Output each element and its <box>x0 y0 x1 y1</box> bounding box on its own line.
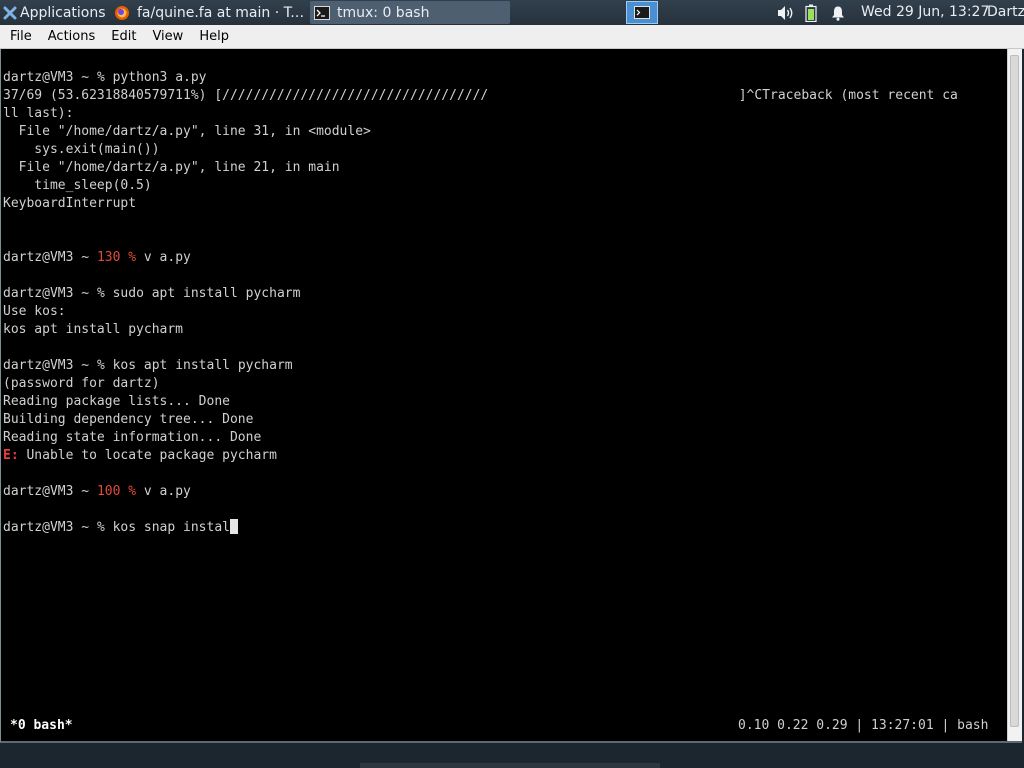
terminal-line: ll last): <box>3 106 74 121</box>
terminal-line-prompt: dartz@VM3 ~ % kos apt install pycharm <box>3 358 293 373</box>
tmux-status-right: 0.10 0.22 0.29 | 13:27:01 | bash <box>738 718 989 733</box>
terminal-current-prompt[interactable]: dartz@VM3 ~ % kos snap instal <box>3 519 238 537</box>
terminal-line-prompt: dartz@VM3 ~ 130 % v a.py <box>3 250 191 265</box>
taskbar-firefox-label: fa/quine.fa at main · Tru... <box>137 4 306 21</box>
desktop-background <box>0 743 1024 768</box>
terminal-scrollbar[interactable] <box>1007 49 1022 741</box>
terminal-line: Building dependency tree... Done <box>3 412 254 427</box>
terminal-line-error: E: Unable to locate package pycharm <box>3 448 277 463</box>
workspace-switcher[interactable] <box>626 1 658 24</box>
desktop: Applications ≡ fa/quine.fa at main · Tru… <box>0 0 1024 768</box>
battery-icon <box>805 4 817 22</box>
text-cursor <box>230 519 238 534</box>
terminal-icon <box>634 6 650 19</box>
terminal-line-prompt: dartz@VM3 ~ % python3 a.py <box>3 70 207 85</box>
error-prefix: E: <box>3 448 19 463</box>
applications-overflow: ≡ <box>106 5 108 21</box>
applications-menu-button[interactable]: Applications ≡ <box>0 0 108 25</box>
terminal-line-progress: 37/69 (53.62318840579711%) [////////////… <box>3 88 958 103</box>
user-menu[interactable]: Dartz <box>987 0 1024 25</box>
volume-button[interactable] <box>777 0 795 25</box>
taskbar-terminal-label: tmux: 0 bash <box>337 4 430 21</box>
menu-edit[interactable]: Edit <box>101 29 142 44</box>
exit-code: 130 % <box>96 250 137 265</box>
terminal-line: File "/home/dartz/a.py", line 21, in mai… <box>3 160 340 175</box>
taskbar-firefox-window[interactable]: fa/quine.fa at main · Tru... <box>110 1 306 24</box>
exit-code: 100 % <box>96 484 137 499</box>
terminal-line: kos apt install pycharm <box>3 322 184 337</box>
menu-help[interactable]: Help <box>189 29 235 44</box>
bottom-dock-edge <box>360 763 660 768</box>
notifications-button[interactable] <box>830 0 846 25</box>
terminal-line-prompt: dartz@VM3 ~ % sudo apt install pycharm <box>3 286 301 301</box>
xfce-icon <box>3 6 17 19</box>
terminal-line: File "/home/dartz/a.py", line 31, in <mo… <box>3 124 371 139</box>
firefox-icon <box>115 5 129 20</box>
terminal-line: Use kos: <box>3 304 66 319</box>
menu-view[interactable]: View <box>142 29 189 44</box>
terminal-line: sys.exit(main()) <box>3 142 160 157</box>
panel-clock[interactable]: Wed 29 Jun, 13:27 <box>861 0 989 25</box>
terminal-line: KeyboardInterrupt <box>3 196 137 211</box>
tmux-window-tab[interactable]: *0 bash* <box>10 717 73 735</box>
terminal-output[interactable]: dartz@VM3 ~ % python3 a.py 37/69 (53.623… <box>0 49 1022 743</box>
top-panel: Applications ≡ fa/quine.fa at main · Tru… <box>0 0 1024 25</box>
terminal-line: (password for dartz) <box>3 376 160 391</box>
menu-file[interactable]: File <box>0 29 38 44</box>
bell-icon <box>832 6 844 21</box>
applications-label: Applications <box>20 4 106 21</box>
terminal-icon <box>314 5 330 20</box>
volume-icon <box>778 5 793 20</box>
terminal-line-prompt: dartz@VM3 ~ 100 % v a.py <box>3 484 191 499</box>
terminal-line: time_sleep(0.5) <box>3 178 152 193</box>
terminal-menubar: File Actions Edit View Help <box>0 25 1024 49</box>
taskbar-terminal-window[interactable]: tmux: 0 bash <box>310 1 510 24</box>
battery-indicator[interactable] <box>805 0 817 25</box>
scrollbar-thumb[interactable] <box>1010 55 1019 727</box>
terminal-line: Reading state information... Done <box>3 430 262 445</box>
terminal-line: Reading package lists... Done <box>3 394 230 409</box>
menu-actions[interactable]: Actions <box>38 29 102 44</box>
